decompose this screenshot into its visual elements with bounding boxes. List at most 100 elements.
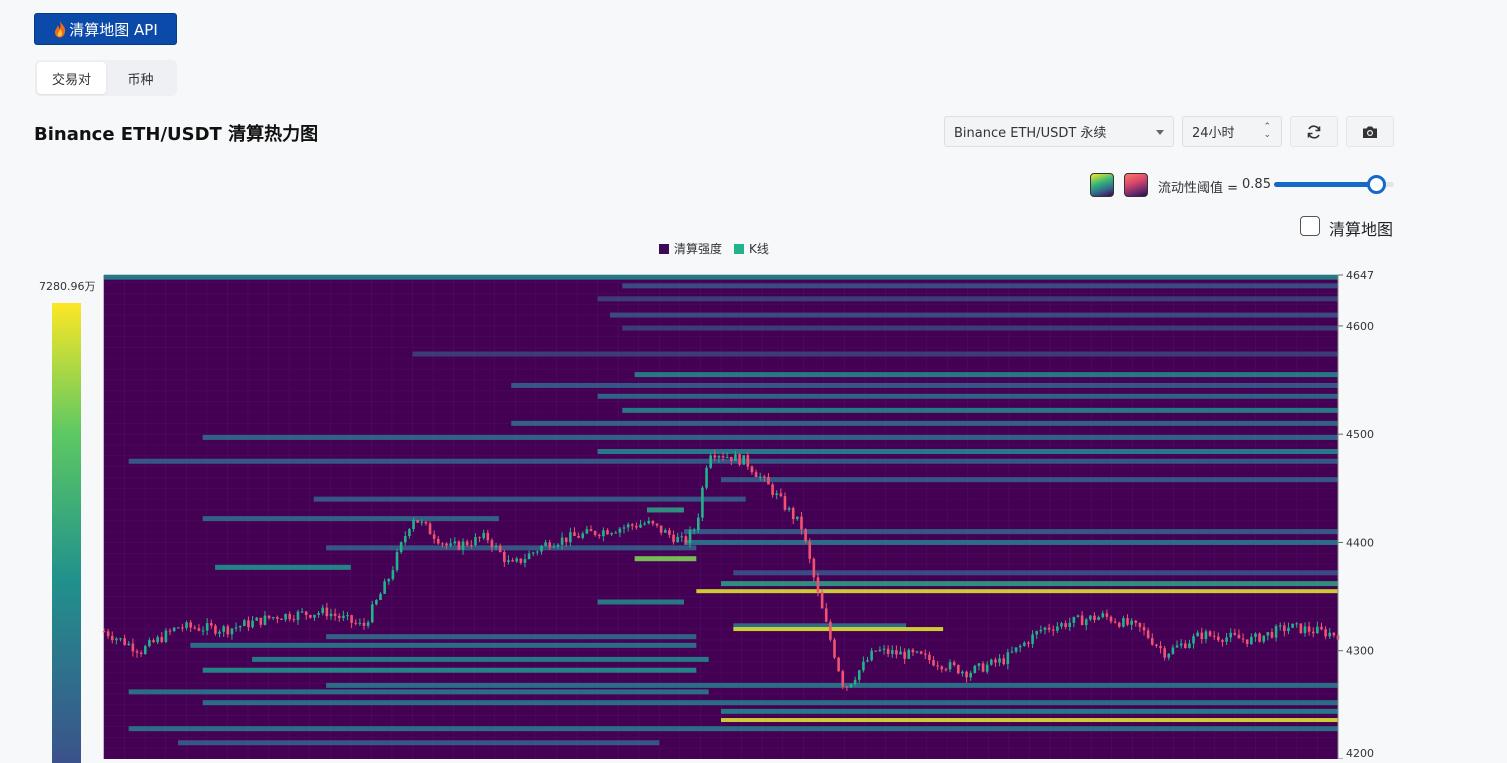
candle (1138, 622, 1142, 627)
candle (1056, 626, 1059, 631)
candle (131, 643, 135, 652)
candle (915, 651, 919, 653)
liquidation-band (190, 642, 697, 648)
candle (1328, 632, 1332, 637)
candle (808, 541, 812, 559)
candle (804, 529, 807, 542)
candle (288, 613, 292, 620)
candle (923, 653, 927, 655)
candle (238, 626, 242, 628)
candle (1122, 618, 1125, 627)
candle (560, 537, 564, 545)
candle (1155, 644, 1158, 646)
candle (280, 618, 283, 620)
candle (181, 627, 184, 629)
liquidation-band (128, 689, 709, 695)
candle (824, 608, 828, 622)
candle (581, 533, 585, 538)
liquidation-band (128, 726, 1339, 732)
candle (1200, 632, 1204, 640)
candle (791, 508, 795, 520)
candle (647, 520, 651, 524)
candle (1014, 647, 1018, 652)
candle (1254, 633, 1257, 637)
candle (635, 525, 638, 528)
candle (602, 530, 605, 537)
candle (569, 532, 572, 543)
candle (445, 543, 448, 546)
candle (870, 650, 873, 661)
y-axis-tick-label: 4600 (1346, 320, 1374, 333)
candle (1287, 627, 1290, 632)
y-axis-tick-label: 4200 (1346, 747, 1374, 759)
liquidation-band (733, 627, 944, 632)
candle (457, 541, 461, 550)
candle (1109, 616, 1113, 622)
candle (1208, 631, 1212, 636)
candle (292, 619, 296, 621)
candle (1311, 631, 1315, 634)
candle (833, 639, 836, 658)
candle (717, 456, 721, 458)
liquidation-band (128, 458, 1339, 464)
candle (1064, 623, 1067, 628)
candle (1084, 619, 1088, 626)
candle (391, 570, 395, 580)
candle (515, 558, 519, 562)
candle (787, 508, 791, 510)
candle (746, 455, 750, 467)
candle (639, 524, 642, 528)
candle (1089, 615, 1092, 620)
candle (1316, 626, 1319, 634)
candle (709, 455, 712, 468)
candle (1101, 613, 1105, 618)
candle (342, 615, 345, 619)
candle (321, 607, 325, 614)
liquidation-band (609, 312, 1338, 318)
liquidation-band (683, 529, 1338, 535)
candle (436, 538, 440, 544)
liquidation-heatmap-chart[interactable]: 4647 4600 4500 4400 4300 4200 (0, 0, 1507, 759)
candle (449, 543, 452, 546)
candle (523, 559, 527, 563)
candle (362, 622, 366, 626)
candle (333, 613, 337, 616)
candle (783, 496, 787, 510)
candle (230, 628, 234, 635)
liquidation-band (104, 274, 1338, 280)
candle (1051, 629, 1055, 631)
candle (697, 517, 700, 530)
candle (668, 530, 671, 535)
liquidation-band (326, 634, 697, 640)
candle (218, 631, 221, 634)
liquidation-band (202, 667, 697, 673)
candle (564, 537, 568, 543)
candle (606, 530, 609, 535)
candle (490, 540, 494, 548)
liquidation-band (646, 507, 684, 513)
candle (197, 628, 201, 631)
candle (1179, 643, 1183, 646)
candle (498, 545, 502, 553)
candle (1002, 658, 1006, 665)
candle (618, 528, 622, 533)
candle (940, 666, 944, 670)
candle (866, 660, 869, 662)
candle (862, 661, 865, 671)
candle (907, 649, 911, 659)
candle (1258, 633, 1261, 642)
candle (403, 536, 407, 543)
candle (511, 560, 514, 562)
candle (1023, 642, 1026, 646)
candle (1047, 627, 1051, 630)
liquidation-band (252, 656, 709, 662)
candle (589, 529, 593, 532)
candle (895, 650, 898, 655)
candle (767, 476, 770, 485)
candle (313, 614, 316, 618)
candle (412, 520, 415, 529)
candle (428, 523, 432, 535)
liquidation-band (683, 539, 1338, 545)
candle (119, 638, 122, 640)
candle (210, 623, 213, 626)
